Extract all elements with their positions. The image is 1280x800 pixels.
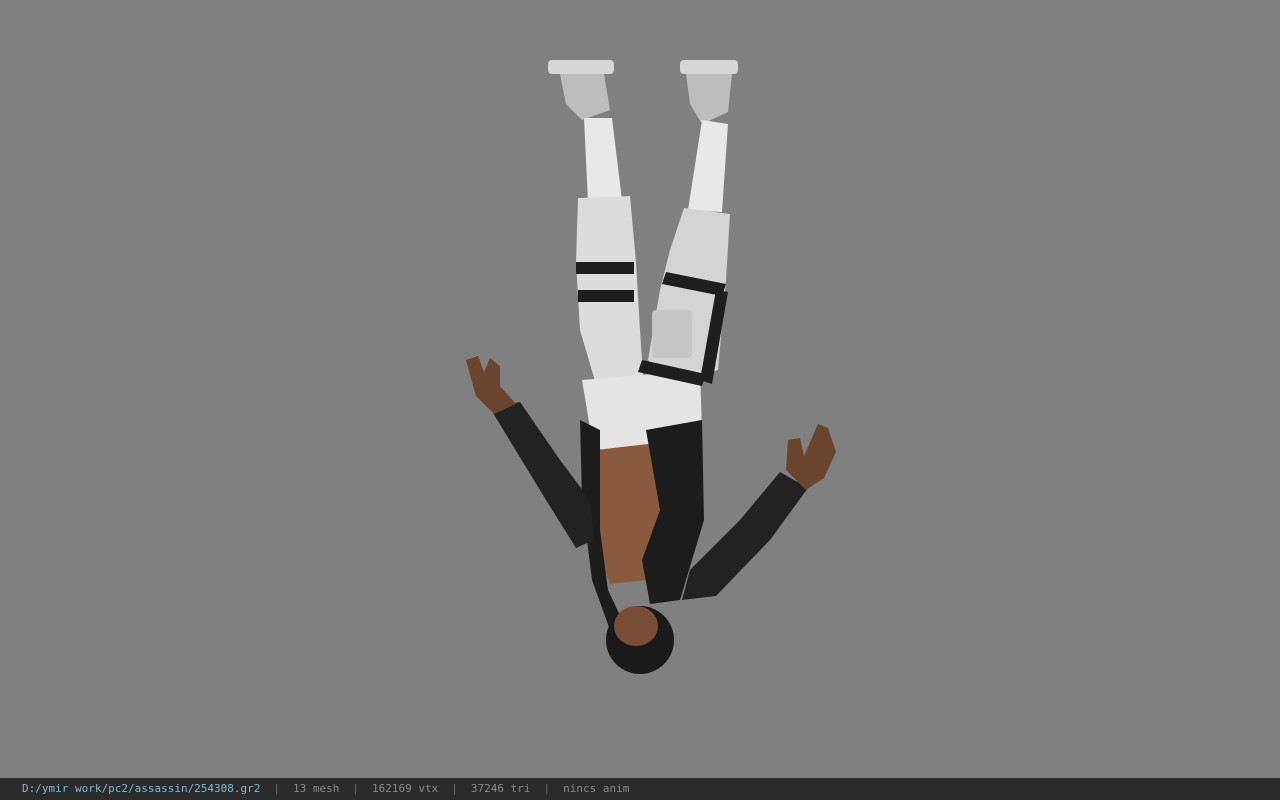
arm-left [490, 402, 594, 548]
mesh-count: 13 mesh [293, 782, 340, 795]
triangle-count: 37246 tri [470, 782, 531, 795]
cargo-pocket [652, 310, 692, 358]
3d-viewport[interactable] [0, 0, 1280, 778]
face [614, 606, 658, 646]
file-path: D:/ymir work/pc2/assassin/254308.gr2 [22, 782, 261, 795]
shoe-left [548, 60, 614, 120]
separator: | [352, 782, 360, 795]
character-model-render[interactable] [440, 55, 860, 680]
separator: | [543, 782, 551, 795]
status-bar: D:/ymir work/pc2/assassin/254308.gr2 | 13 … [0, 778, 1280, 800]
sock-left [584, 118, 622, 202]
animation-status: nincs anim [563, 782, 630, 795]
strap-1 [576, 262, 634, 274]
shoe-right [680, 60, 738, 124]
strap-2 [578, 290, 634, 302]
sock-right [688, 120, 728, 212]
separator: | [273, 782, 281, 795]
vertex-count: 162169 vtx [372, 782, 439, 795]
hand-left [466, 356, 516, 414]
separator: | [451, 782, 458, 795]
